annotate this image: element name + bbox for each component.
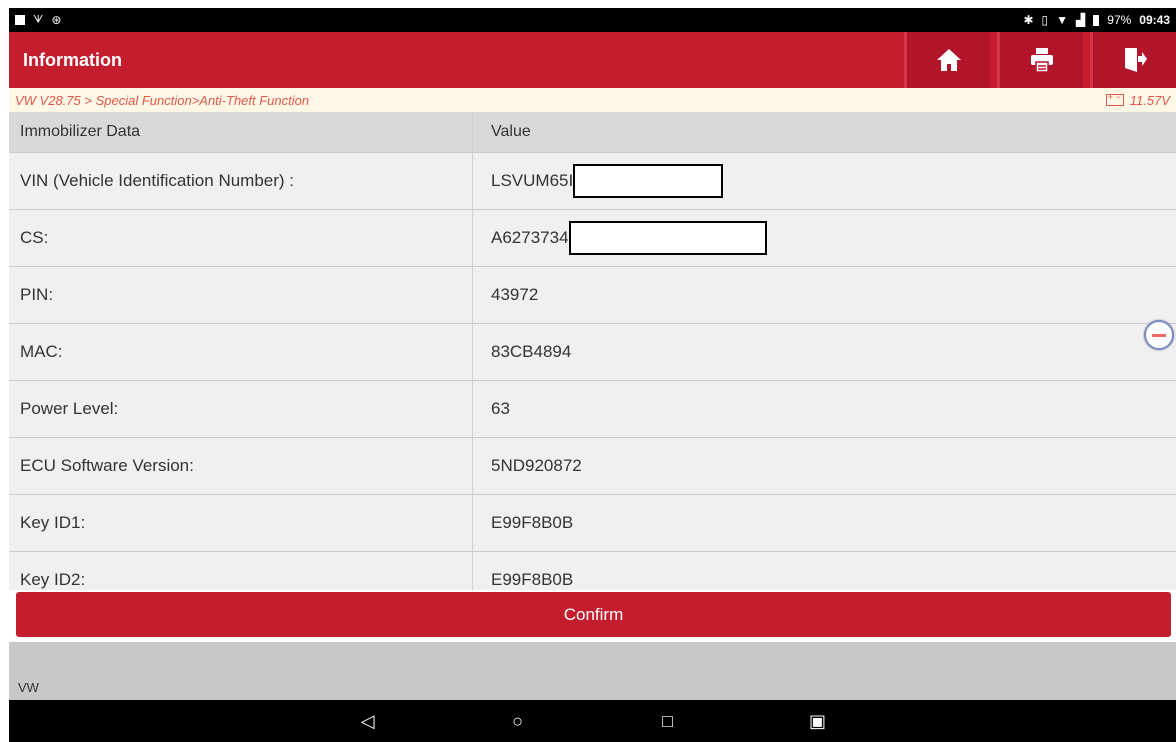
floating-assistant-icon[interactable]	[1144, 320, 1174, 350]
row-value: 83CB4894	[491, 342, 572, 361]
row-value-cell: LSVUM65I	[473, 153, 1176, 209]
row-label: Power Level:	[9, 381, 473, 437]
car-battery-icon	[1105, 92, 1124, 106]
page-title: Information	[23, 49, 122, 70]
row-value: 63	[491, 399, 510, 418]
status-bar: ᗐ ⊛ ✱ ▯ ▼ ▟ 97% 09:43	[9, 8, 1176, 32]
row-value: E99F8B0B	[491, 570, 574, 589]
battery-percent: 97%	[1107, 13, 1132, 27]
print-icon	[1030, 48, 1053, 73]
row-value: E99F8B0B	[491, 513, 574, 532]
row-label: Key ID2:	[9, 552, 473, 590]
row-label: ECU Software Version:	[9, 438, 473, 494]
row-value: 43972	[491, 285, 539, 304]
table-row: VIN (Vehicle Identification Number) : LS…	[9, 153, 1176, 210]
vibrate-icon: ▯	[1041, 13, 1049, 27]
screenshot-icon[interactable]: ▣	[803, 711, 833, 732]
row-value-cell: A6273734	[473, 210, 1176, 266]
column-header-value: Value	[491, 123, 531, 140]
bluetooth-icon: ✱	[1023, 13, 1034, 27]
table-row: MAC: 83CB4894	[9, 324, 1176, 381]
table-row: PIN: 43972	[9, 267, 1176, 324]
row-label: Key ID1:	[9, 495, 473, 551]
wifi-icon: ▼	[1056, 13, 1069, 27]
gallery-notification-icon	[15, 15, 25, 25]
home-icon	[936, 49, 961, 71]
home-button[interactable]	[904, 32, 990, 88]
recents-icon[interactable]: □	[653, 711, 683, 732]
home-nav-icon[interactable]: ○	[503, 711, 533, 732]
table-row: CS: A6273734	[9, 210, 1176, 267]
row-value: A6273734	[491, 228, 569, 247]
immobilizer-table[interactable]: Immobilizer Data Value VIN (Vehicle Iden…	[9, 112, 1176, 590]
row-value: LSVUM65I	[491, 171, 574, 190]
table-row: Key ID2: E99F8B0B	[9, 552, 1176, 590]
column-header-name: Immobilizer Data	[9, 112, 473, 152]
voltage-indicator: 11.57V	[1105, 92, 1170, 108]
footer-area	[9, 642, 1176, 700]
exit-button[interactable]	[1090, 32, 1176, 88]
redaction-box	[573, 164, 724, 198]
table-row: Power Level: 63	[9, 381, 1176, 438]
exit-icon	[1124, 48, 1147, 72]
row-label: VIN (Vehicle Identification Number) :	[9, 153, 473, 209]
footer-label: VW	[18, 680, 39, 695]
row-label: MAC:	[9, 324, 473, 380]
battery-icon	[1093, 14, 1100, 26]
row-label: PIN:	[9, 267, 473, 323]
row-label: CS:	[9, 210, 473, 266]
print-button[interactable]	[997, 32, 1083, 88]
breadcrumb: VW V28.75 > Special Function>Anti-Theft …	[15, 92, 310, 108]
breadcrumb-bar: VW V28.75 > Special Function>Anti-Theft …	[9, 88, 1176, 112]
signal-icon: ▟	[1076, 13, 1086, 27]
redaction-box	[568, 221, 767, 255]
usb-notification-icon: ᗐ	[33, 13, 44, 26]
settings-notification-icon: ⊛	[51, 13, 62, 27]
status-left: ᗐ ⊛	[15, 13, 61, 27]
app-header: Information	[9, 32, 1176, 88]
status-right: ✱ ▯ ▼ ▟ 97% 09:43	[1023, 13, 1170, 27]
voltage-value: 11.57V	[1129, 92, 1170, 108]
table-row: ECU Software Version: 5ND920872	[9, 438, 1176, 495]
android-nav-bar: ◁ ○ □ ▣	[9, 700, 1176, 742]
confirm-button[interactable]: Confirm	[16, 592, 1171, 637]
table-row: Key ID1: E99F8B0B	[9, 495, 1176, 552]
clock: 09:43	[1139, 13, 1170, 27]
row-value: 5ND920872	[491, 456, 582, 475]
back-icon[interactable]: ◁	[353, 711, 383, 732]
table-header: Immobilizer Data Value	[9, 112, 1176, 153]
